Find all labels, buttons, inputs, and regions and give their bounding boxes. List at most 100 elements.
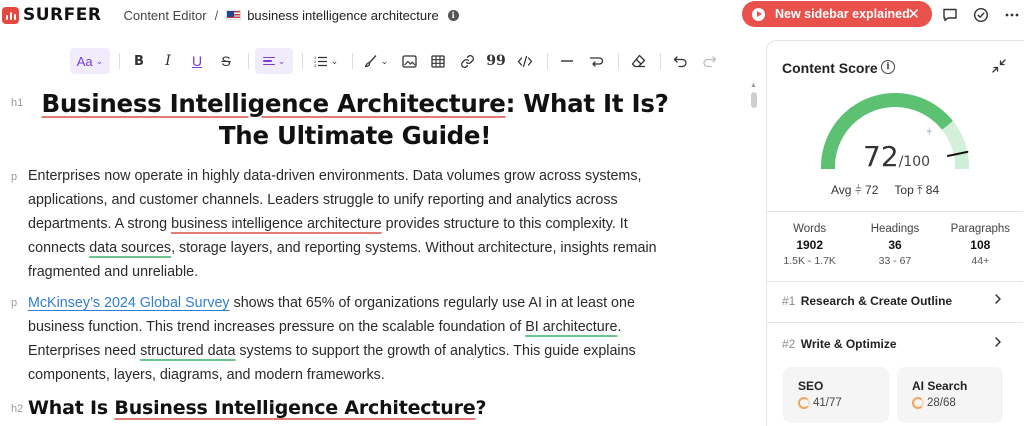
- paragraph-2[interactable]: McKinsey’s 2024 Global Survey shows that…: [28, 291, 668, 387]
- p-tag: p: [11, 171, 18, 183]
- collapse-icon[interactable]: [992, 59, 1006, 76]
- horizontal-rule-button[interactable]: [554, 48, 580, 74]
- redo-button[interactable]: [696, 48, 722, 74]
- breadcrumb-separator: /: [214, 7, 219, 23]
- highlight-dropdown[interactable]: ⌄: [359, 48, 393, 74]
- p-tag: p: [11, 297, 18, 309]
- line-break-button[interactable]: [583, 48, 609, 74]
- h1-line2: The Ultimate Guide!: [218, 121, 492, 150]
- stat-range: 1.5K - 1.7K: [783, 255, 836, 267]
- content-stats: Words 1902 1.5K - 1.7K Headings 36 33 - …: [767, 223, 1023, 267]
- eraser-icon: [631, 54, 645, 68]
- h2-tag: h2: [11, 403, 24, 415]
- check-circle-icon[interactable]: [972, 6, 990, 24]
- chevron-down-icon: ⌄: [95, 55, 104, 66]
- top-score: Top ⤒ 84: [894, 183, 939, 198]
- avg-score: Avg ⫩ 72: [831, 183, 878, 198]
- editor-area[interactable]: h1 Business Intelligence Architecture: W…: [0, 80, 762, 426]
- top-value: 84: [925, 183, 940, 197]
- clear-format-button[interactable]: [625, 48, 651, 74]
- formatting-toolbar: Aa ⌄ B I U S ⌄ 1 2 3 ⌄ ⌄ 99: [70, 48, 725, 74]
- h1-text: : What It Is?: [505, 89, 669, 118]
- editor-scrollbar[interactable]: [751, 92, 757, 108]
- close-icon[interactable]: ✕: [907, 5, 920, 23]
- h1-keyword: Business Intelligence Architecture: [41, 89, 506, 118]
- logo-text: SURFER: [23, 5, 102, 25]
- progress-ring-icon: [798, 397, 810, 409]
- wrap-icon: [589, 56, 603, 67]
- document-title: business intelligence architecture: [247, 7, 439, 23]
- underline-button[interactable]: U: [184, 48, 210, 74]
- stat-label: Headings: [870, 223, 920, 235]
- stat-paragraphs[interactable]: Paragraphs 108 44+: [938, 223, 1023, 267]
- document-h2[interactable]: What Is Business Intelligence Architectu…: [28, 397, 486, 419]
- h2-text: ?: [475, 397, 487, 419]
- info-icon[interactable]: i: [447, 9, 459, 21]
- step-write-optimize[interactable]: #2 Write & Optimize: [782, 337, 897, 351]
- card-value: 41/77: [813, 397, 842, 409]
- avg-label: Avg: [831, 183, 852, 197]
- align-dropdown[interactable]: ⌄: [255, 48, 293, 74]
- avg-icon: ⫩: [854, 183, 862, 197]
- breadcrumb-content-editor[interactable]: Content Editor: [123, 8, 206, 23]
- banner-label: New sidebar explained: [775, 7, 910, 21]
- list-dropdown[interactable]: 1 2 3 ⌄: [309, 48, 343, 74]
- mckinsey-survey-link[interactable]: McKinsey’s 2024 Global Survey: [28, 295, 230, 311]
- table-button[interactable]: [425, 48, 451, 74]
- seo-score-card[interactable]: SEO 41/77: [783, 367, 889, 423]
- stat-value: 108: [970, 238, 991, 252]
- gauge-gap-arc: [941, 121, 968, 156]
- ai-search-score-card[interactable]: AI Search 28/68: [897, 367, 1003, 423]
- toolbar-divider: [618, 53, 619, 69]
- link-button[interactable]: [454, 48, 480, 74]
- card-value: 28/68: [927, 397, 956, 409]
- undo-button[interactable]: [667, 48, 693, 74]
- step-number: #1: [782, 294, 796, 308]
- toolbar-divider: [119, 53, 120, 69]
- step-label: Research & Create Outline: [800, 294, 953, 308]
- content-score-sidebar: Content Score i ⫩ 72/100 Avg ⫩ 72 Top ⤒ …: [766, 40, 1024, 426]
- more-icon[interactable]: [1003, 6, 1021, 24]
- breadcrumb: Content Editor / business intelligence a…: [123, 7, 459, 23]
- quote-button[interactable]: 99: [483, 48, 509, 74]
- chevron-right-icon[interactable]: [994, 293, 1002, 308]
- stat-range: 33 - 67: [878, 255, 912, 267]
- strikethrough-button[interactable]: S: [213, 48, 239, 74]
- panel-divider: [767, 211, 1023, 212]
- p1-keyword-1: business intelligence architecture: [171, 216, 382, 232]
- new-sidebar-explained-button[interactable]: New sidebar explained ✕: [742, 1, 932, 27]
- top-icon: ⤒: [917, 183, 923, 197]
- p1-keyword-2: data sources: [89, 240, 172, 256]
- surfer-logo[interactable]: SURFER: [2, 5, 101, 25]
- comment-icon[interactable]: [941, 6, 959, 24]
- chevron-down-icon: ⌄: [330, 55, 339, 66]
- stat-headings[interactable]: Headings 36 33 - 67: [852, 223, 937, 267]
- document-h1[interactable]: Business Intelligence Architecture: What…: [30, 88, 680, 152]
- card-title: SEO: [798, 379, 824, 393]
- card-title: AI Search: [912, 379, 968, 393]
- paragraph-1[interactable]: Enterprises now operate in highly data-d…: [28, 164, 668, 284]
- chevron-right-icon[interactable]: [994, 336, 1002, 351]
- numbered-list-icon: 123: [314, 55, 327, 68]
- h2-keyword: Business Intelligence Architecture: [114, 397, 476, 419]
- text-style-dropdown[interactable]: Aa ⌄: [70, 48, 110, 74]
- toolbar-divider: [352, 53, 353, 69]
- info-icon[interactable]: i: [881, 60, 895, 74]
- logo-icon: [2, 6, 19, 24]
- stat-value: 1902: [796, 238, 824, 252]
- panel-divider: [767, 322, 1023, 323]
- gauge-avg-marker: ⫩: [927, 127, 932, 138]
- card-score: 28/68: [912, 397, 956, 409]
- play-icon: [752, 7, 765, 21]
- step-number: #2: [782, 337, 796, 351]
- stat-words[interactable]: Words 1902 1.5K - 1.7K: [767, 223, 852, 267]
- panel-divider: [767, 281, 1023, 282]
- align-left-icon: [262, 56, 275, 66]
- scroll-up-arrow[interactable]: ▲: [750, 82, 757, 89]
- step-research-outline[interactable]: #1 Research & Create Outline: [782, 294, 952, 308]
- italic-button[interactable]: I: [155, 48, 181, 74]
- toolbar-divider: [302, 53, 303, 69]
- bold-button[interactable]: B: [126, 48, 152, 74]
- code-button[interactable]: [512, 48, 538, 74]
- image-button[interactable]: [396, 48, 422, 74]
